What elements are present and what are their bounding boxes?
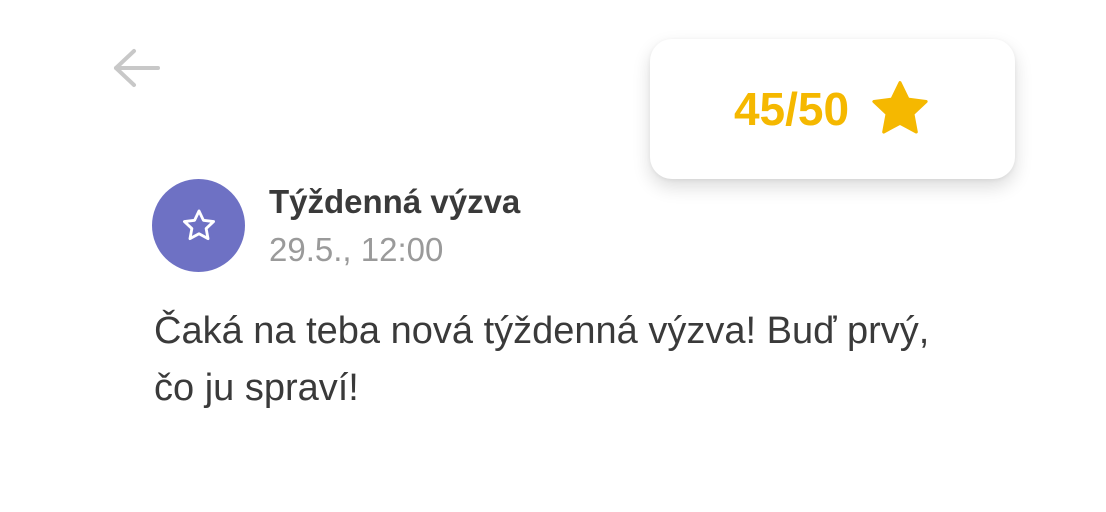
score-badge: 45/50 [650,39,1015,179]
notification-title: Týždenná výzva [269,183,521,220]
notification-detail-screen: 45/50 Týždenná výzva 29.5., 12:00 Čaká n… [0,0,1106,512]
notification-timestamp: 29.5., 12:00 [269,231,444,268]
star-filled-icon [869,78,931,140]
back-button[interactable] [104,42,168,94]
score-value: 45/50 [733,83,850,135]
notification-message: Čaká na teba nová týždenná výzva! Buď pr… [154,310,930,409]
star-outline-icon [182,209,215,240]
arrow-left-icon [114,49,160,87]
avatar [152,179,245,272]
